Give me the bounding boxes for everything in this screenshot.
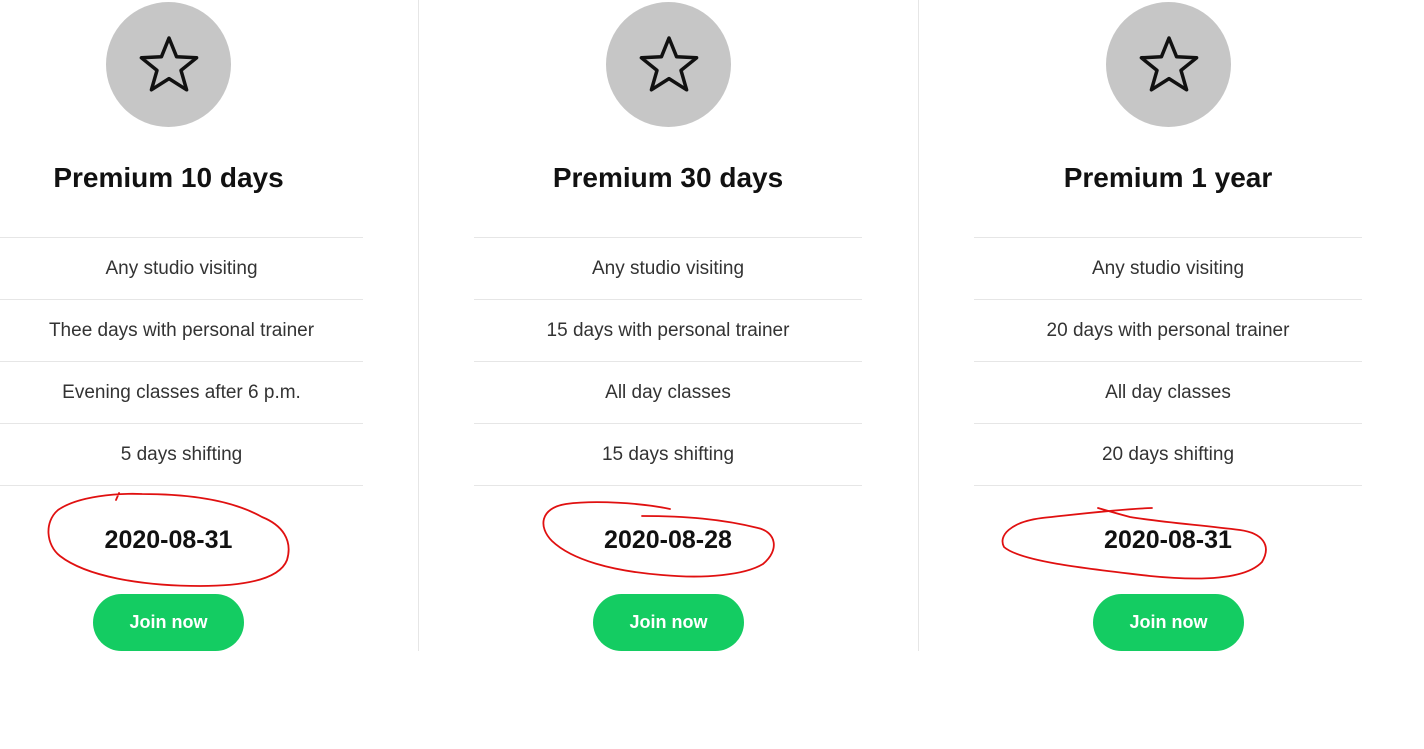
plan-date: 2020-08-31 bbox=[1104, 526, 1232, 554]
plan-date: 2020-08-28 bbox=[604, 526, 732, 554]
feature-item: 20 days with personal trainer bbox=[974, 300, 1362, 362]
plan-title: Premium 1 year bbox=[1063, 162, 1273, 193]
plan-date: 2020-08-31 bbox=[104, 526, 233, 554]
pricing-card-premium-1-year: Premium 1 year Any studio visiting 20 da… bbox=[974, 0, 1362, 660]
join-now-button[interactable]: Join now bbox=[1093, 594, 1244, 651]
feature-item: Any studio visiting bbox=[974, 238, 1362, 300]
star-icon bbox=[1106, 2, 1231, 127]
feature-item: Thee days with personal trainer bbox=[0, 300, 363, 362]
column-divider bbox=[918, 0, 919, 651]
feature-list: Any studio visiting 15 days with persona… bbox=[474, 237, 862, 486]
star-icon bbox=[106, 2, 231, 127]
feature-item: Any studio visiting bbox=[0, 238, 363, 300]
feature-item: Evening classes after 6 p.m. bbox=[0, 362, 363, 424]
feature-list: Any studio visiting 20 days with persona… bbox=[974, 237, 1362, 486]
feature-item: 20 days shifting bbox=[974, 424, 1362, 486]
join-now-button[interactable]: Join now bbox=[593, 594, 744, 651]
plan-title: Premium 10 days bbox=[53, 162, 284, 193]
join-now-button[interactable]: Join now bbox=[93, 594, 244, 651]
feature-item: Any studio visiting bbox=[474, 238, 862, 300]
column-divider bbox=[418, 0, 419, 651]
feature-item: 15 days with personal trainer bbox=[474, 300, 862, 362]
plan-title: Premium 30 days bbox=[552, 162, 784, 193]
pricing-page: Premium 10 days Any studio visiting Thee… bbox=[0, 0, 1424, 749]
feature-item: All day classes bbox=[974, 362, 1362, 424]
star-icon bbox=[606, 2, 731, 127]
feature-item: 15 days shifting bbox=[474, 424, 862, 486]
feature-item: 5 days shifting bbox=[0, 424, 363, 486]
pricing-card-premium-30-days: Premium 30 days Any studio visiting 15 d… bbox=[474, 0, 862, 660]
feature-list: Any studio visiting Thee days with perso… bbox=[0, 237, 363, 486]
feature-item: All day classes bbox=[474, 362, 862, 424]
pricing-card-premium-10-days: Premium 10 days Any studio visiting Thee… bbox=[0, 0, 363, 660]
